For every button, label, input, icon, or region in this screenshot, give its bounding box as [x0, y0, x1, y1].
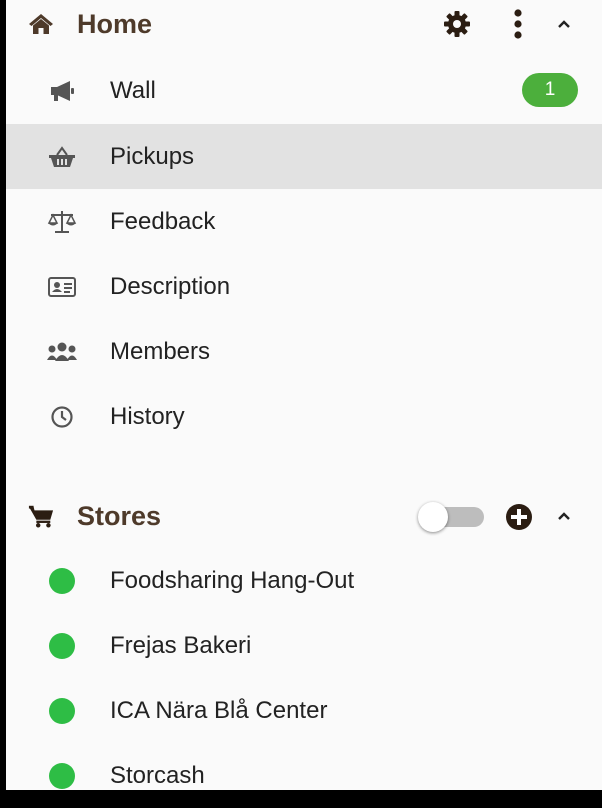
nav-item-feedback[interactable]: Feedback [6, 189, 602, 254]
nav-item-label: Wall [110, 77, 156, 104]
status-dot [49, 763, 75, 789]
store-label: ICA Nära Blå Center [110, 697, 328, 724]
clock-icon [46, 404, 78, 430]
nav-item-history[interactable]: History [6, 384, 602, 449]
plus-circle-icon[interactable] [504, 502, 534, 532]
more-vertical-icon[interactable] [508, 8, 528, 40]
chevron-up-icon[interactable] [554, 12, 574, 36]
gear-icon[interactable] [442, 9, 472, 39]
store-item[interactable]: ICA Nära Blå Center [6, 678, 602, 743]
nav-item-label: History [110, 403, 185, 430]
home-title: Home [77, 8, 153, 39]
store-item[interactable]: Foodsharing Hang-Out [6, 548, 602, 613]
sidebar-panel: Home Wall 1 Pickups Feedback Description… [6, 0, 602, 790]
cart-icon [28, 503, 54, 529]
home-icon [28, 11, 54, 37]
nav-item-label: Feedback [110, 208, 216, 235]
status-dot [49, 698, 75, 724]
store-item[interactable]: Storcash [6, 743, 602, 808]
store-label: Storcash [110, 762, 205, 789]
status-dot [49, 633, 75, 659]
id-card-icon [46, 274, 78, 300]
stores-title: Stores [77, 500, 162, 531]
store-label: Frejas Bakeri [110, 632, 252, 659]
unread-badge: 1 [522, 73, 578, 107]
nav-item-members[interactable]: Members [6, 319, 602, 384]
nav-item-label: Members [110, 338, 211, 365]
store-item[interactable]: Frejas Bakeri [6, 613, 602, 678]
nav-item-pickups[interactable]: Pickups [6, 124, 602, 189]
home-header[interactable]: Home [6, 0, 602, 48]
megaphone-icon [46, 78, 78, 104]
nav-item-description[interactable]: Description [6, 254, 602, 319]
store-label: Foodsharing Hang-Out [110, 567, 355, 594]
nav-item-label: Pickups [110, 143, 195, 170]
chevron-up-icon[interactable] [554, 504, 574, 528]
stores-toggle[interactable] [418, 502, 448, 532]
nav-item-wall[interactable]: Wall 1 [6, 58, 602, 123]
status-dot [49, 568, 75, 594]
basket-icon [46, 144, 78, 170]
balance-scale-icon [46, 209, 78, 235]
nav-item-label: Description [110, 273, 231, 300]
users-icon [46, 339, 78, 365]
